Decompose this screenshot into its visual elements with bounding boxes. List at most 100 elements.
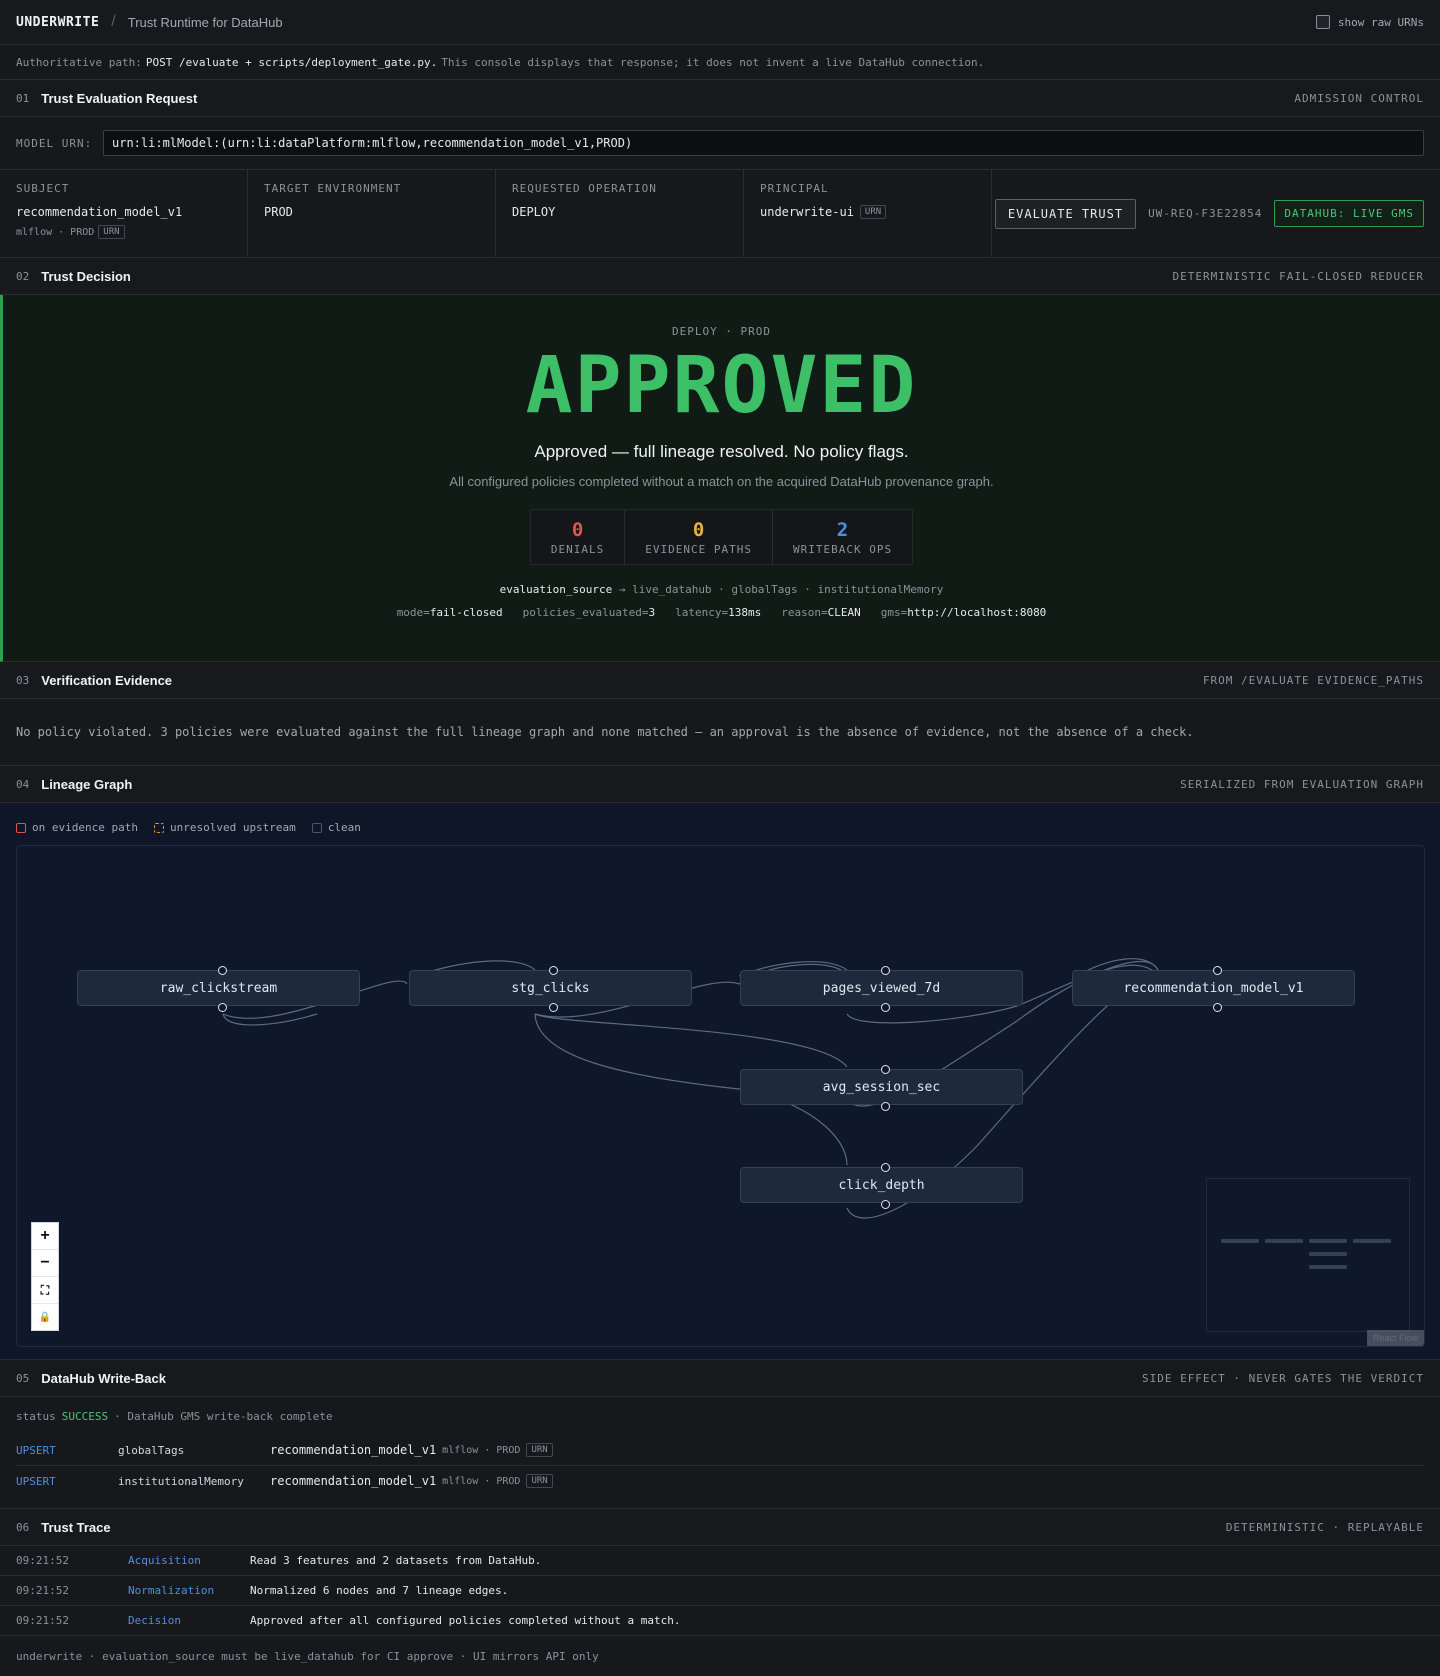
requested-op-label: REQUESTED OPERATION	[512, 182, 657, 195]
urn-tag[interactable]: URN	[526, 1443, 553, 1457]
writeback-panel: status SUCCESS · DataHub GMS write-back …	[0, 1397, 1440, 1509]
op-target-meta: mlflow · PROD	[442, 1444, 521, 1456]
graph-minimap[interactable]	[1206, 1178, 1410, 1332]
zoom-in-button[interactable]: +	[32, 1223, 58, 1250]
stat-denials: 0 DENIALS	[531, 510, 626, 564]
subject-cell: SUBJECT recommendation_model_v1 mlflow ·…	[0, 170, 248, 257]
node-handle-target[interactable]	[218, 966, 227, 975]
subject-value: recommendation_model_v1	[16, 205, 183, 219]
lineage-graph-section: on evidence path unresolved upstream cle…	[0, 803, 1440, 1360]
trace-time: 09:21:52	[16, 1584, 69, 1597]
node-handle-source[interactable]	[881, 1102, 890, 1111]
section-header-lineage: 04 Lineage Graph SERIALIZED FROM EVALUAT…	[0, 766, 1440, 803]
stat-value: 2	[836, 519, 849, 541]
show-raw-urns-toggle[interactable]: show raw URNs	[1315, 15, 1424, 29]
legend-swatch-icon	[153, 822, 164, 833]
node-handle-target[interactable]	[881, 1163, 890, 1172]
principal-value: underwrite-ui	[760, 205, 854, 219]
request-id: UW-REQ-F3E22854	[1148, 207, 1263, 220]
decision-meta-line: mode=fail-closed policies_evaluated=3 la…	[3, 606, 1440, 619]
op-target: recommendation_model_v1	[270, 1443, 437, 1457]
section-tag: FROM /EVALUATE EVIDENCE_PATHS	[1202, 673, 1424, 687]
stat-label: WRITEBACK OPS	[792, 543, 893, 556]
node-handle-source[interactable]	[549, 1003, 558, 1012]
node-handle-target[interactable]	[549, 966, 558, 975]
request-details: SUBJECT recommendation_model_v1 mlflow ·…	[0, 170, 1440, 258]
section-number: 06	[16, 1520, 30, 1534]
node-handle-source[interactable]	[1213, 1003, 1222, 1012]
urn-tag[interactable]: URN	[98, 225, 125, 239]
target-env-value: PROD	[264, 205, 293, 219]
minimap-node	[1309, 1239, 1347, 1243]
op-target: recommendation_model_v1	[270, 1474, 437, 1488]
meta-key: gms=	[880, 606, 908, 619]
node-handle-source[interactable]	[881, 1003, 890, 1012]
trace-time: 09:21:52	[16, 1554, 69, 1567]
trace-message: Normalized 6 nodes and 7 lineage edges.	[250, 1584, 509, 1597]
legend-label: clean	[327, 821, 361, 834]
model-urn-label: MODEL URN:	[16, 136, 93, 150]
lock-button[interactable]: 🔒	[32, 1304, 58, 1330]
stat-value: 0	[571, 519, 584, 541]
checkbox-icon[interactable]	[1315, 15, 1330, 29]
node-handle-target[interactable]	[881, 1065, 890, 1074]
minimap-node	[1353, 1239, 1391, 1243]
stat-evidence-paths: 0 EVIDENCE PATHS	[625, 510, 773, 564]
section-title: Trust Evaluation Request	[41, 90, 198, 106]
section-tag: DETERMINISTIC FAIL-CLOSED REDUCER	[1172, 269, 1424, 283]
legend-evidence-path: on evidence path	[16, 821, 138, 834]
stat-label: DENIALS	[550, 543, 605, 556]
requested-op-value: DEPLOY	[512, 205, 556, 219]
node-handle-source[interactable]	[218, 1003, 227, 1012]
lineage-canvas[interactable]: raw_clickstream stg_clicks pages_viewed_…	[16, 845, 1425, 1347]
section-title: Lineage Graph	[41, 776, 133, 792]
urn-tag[interactable]: URN	[526, 1474, 553, 1488]
node-handle-source[interactable]	[881, 1200, 890, 1209]
status-suffix: · DataHub GMS write-back complete	[114, 1409, 333, 1423]
op-type: UPSERT	[16, 1474, 56, 1488]
node-stg-clicks[interactable]: stg_clicks	[409, 970, 692, 1006]
react-flow-attribution[interactable]: React Flow	[1366, 1330, 1424, 1346]
meta-value: fail-closed	[429, 606, 503, 619]
node-handle-target[interactable]	[1213, 966, 1222, 975]
decision-stats: 0 DENIALS 0 EVIDENCE PATHS 2 WRITEBACK O…	[529, 509, 914, 565]
evaluate-trust-button[interactable]: EVALUATE TRUST	[994, 198, 1137, 229]
top-bar: UNDERWRITE / Trust Runtime for DataHub s…	[0, 0, 1440, 45]
evaluation-source-key: evaluation_source	[499, 583, 613, 596]
trust-decision-panel: DEPLOY · PROD APPROVED Approved — full l…	[0, 295, 1440, 662]
urn-tag[interactable]: URN	[859, 205, 887, 219]
node-pages-viewed-7d[interactable]: pages_viewed_7d	[740, 970, 1023, 1006]
evaluation-source-line: evaluation_source → live_datahub · globa…	[3, 583, 1440, 596]
model-urn-row: MODEL URN:	[0, 117, 1440, 170]
meta-gms: gms=http://localhost:8080	[881, 606, 1047, 619]
fit-view-button[interactable]: ⛶	[32, 1277, 58, 1304]
node-avg-session-sec[interactable]: avg_session_sec	[740, 1069, 1023, 1105]
node-click-depth[interactable]: click_depth	[740, 1167, 1023, 1203]
section-tag: SIDE EFFECT · NEVER GATES THE VERDICT	[1141, 1371, 1424, 1385]
meta-key: latency=	[675, 606, 729, 619]
trace-phase: Decision	[128, 1614, 181, 1627]
subject-label: SUBJECT	[16, 182, 70, 195]
node-recommendation-model-v1[interactable]: recommendation_model_v1	[1072, 970, 1355, 1006]
brand-logo: UNDERWRITE	[16, 14, 100, 30]
edge-raw-stg-loop	[222, 1013, 318, 1026]
trace-phase: Normalization	[128, 1584, 215, 1597]
minimap-node	[1265, 1239, 1303, 1243]
section-tag: SERIALIZED FROM EVALUATION GRAPH	[1180, 777, 1424, 791]
node-handle-target[interactable]	[881, 966, 890, 975]
zoom-out-button[interactable]: −	[32, 1250, 58, 1277]
node-raw-clickstream[interactable]: raw_clickstream	[77, 970, 360, 1006]
section-title: Trust Decision	[41, 268, 131, 284]
section-number: 01	[16, 91, 30, 105]
op-field: institutionalMemory	[118, 1474, 244, 1488]
decision-context: DEPLOY · PROD	[671, 325, 772, 338]
section-header-trace: 06 Trust Trace DETERMINISTIC · REPLAYABL…	[0, 1509, 1440, 1546]
status-prefix: status	[16, 1409, 56, 1423]
section-number: 05	[16, 1371, 30, 1385]
legend-label: on evidence path	[32, 821, 138, 834]
brand-separator: /	[111, 13, 116, 30]
model-urn-input[interactable]	[103, 130, 1424, 156]
auth-prefix: Authoritative path:	[16, 55, 142, 69]
subject-meta: mlflow · PROD URN	[16, 225, 231, 239]
decision-detail: All configured policies completed withou…	[449, 474, 994, 489]
